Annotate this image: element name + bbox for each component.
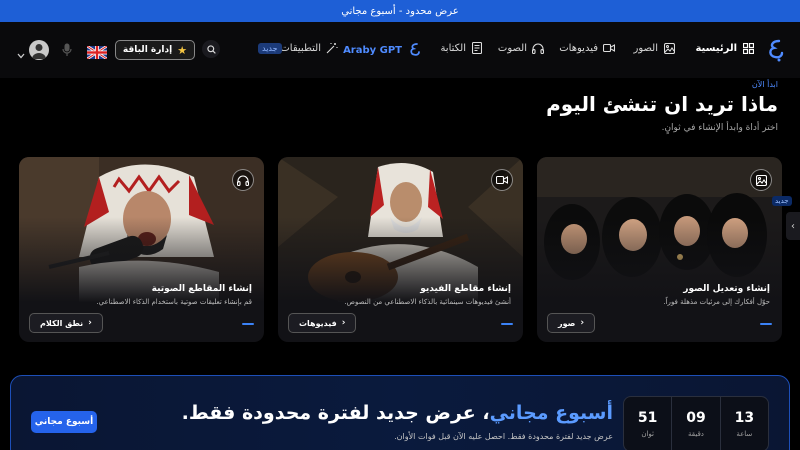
timer-label: دقيقة: [688, 430, 704, 438]
side-new-tab[interactable]: جديد: [772, 196, 792, 206]
free-week-button[interactable]: أسبوع مجاني: [31, 411, 97, 433]
nav-writing[interactable]: الكتابة: [440, 42, 483, 54]
araby-logo-icon: [410, 43, 420, 56]
chevron-right-icon: ›: [88, 318, 92, 328]
promo-title: أسبوع مجاني، عرض جديد لفترة محدودة فقط.: [182, 402, 613, 424]
uk-flag-icon[interactable]: [86, 44, 108, 61]
card-audio[interactable]: إنشاء المقاطع الصوتية قم بإنشاء تعليقات …: [19, 157, 264, 342]
card-accent-line: [242, 323, 254, 325]
star-icon: ★: [177, 43, 188, 57]
microphone-icon[interactable]: [62, 42, 72, 56]
nav-images-label: الصور: [633, 42, 659, 54]
logo[interactable]: [766, 38, 786, 62]
card-videos[interactable]: إنشاء مقاطع الفيديو أنشئ فيديوهات سينمائ…: [278, 157, 523, 342]
card-images-button[interactable]: صور ›: [547, 313, 596, 333]
card-accent-line: [760, 323, 772, 325]
card-images[interactable]: إنشاء وتعديل الصور حوّل أفكارك إلى مرئيا…: [537, 157, 782, 342]
card-title: إنشاء وتعديل الصور: [683, 284, 770, 294]
card-videos-button[interactable]: فيديوهات ›: [288, 313, 357, 333]
card-accent-line: [501, 323, 513, 325]
video-icon: [491, 169, 513, 191]
nav-home[interactable]: الرئيسية: [695, 42, 754, 54]
nav-writing-label: الكتابة: [440, 42, 466, 54]
new-badge: جديد: [258, 43, 282, 54]
grid-icon: [742, 42, 754, 54]
chevron-right-icon: ›: [341, 318, 346, 328]
chevron-down-icon[interactable]: [17, 44, 25, 63]
manage-plan-label: إدارة الباقة: [122, 45, 173, 55]
card-description: حوّل أفكارك إلى مرئيات مذهلة فوراً.: [663, 298, 770, 306]
manage-plan-button[interactable]: إدارة الباقة ★: [115, 40, 195, 60]
top-navbar: الرئيسية الصور فيديوهات الصوت الكتابة Ar…: [0, 22, 800, 78]
araby-gpt-label: Araby GPT: [343, 44, 402, 56]
timer-label: ساعة: [736, 430, 753, 438]
user-avatar[interactable]: [29, 40, 49, 60]
nav-videos-label: فيديوهات: [559, 42, 598, 54]
card-videos-button-label: فيديوهات: [299, 318, 337, 328]
image-icon: [663, 42, 675, 54]
timer-value: 51: [637, 410, 658, 426]
page-title: ماذا تريد ان تنشئ اليوم: [546, 92, 778, 116]
promo-banner[interactable]: عرض محدود - أسبوع مجاني: [0, 0, 800, 22]
promo-panel: 51 ثوان 09 دقيقة 13 ساعة أسبوع مجاني، عر…: [10, 375, 790, 450]
card-audio-button-label: نطق الكلام: [40, 318, 84, 328]
headphones-icon: [232, 169, 254, 191]
card-audio-button[interactable]: نطق الكلام ›: [29, 313, 103, 333]
hero-kicker: ابدأ الآن: [751, 80, 778, 89]
page-subtitle: اختر أداة وابدأ الإنشاء في ثوانٍ.: [661, 123, 778, 133]
carousel-next-button[interactable]: ‹: [786, 212, 800, 240]
nav-audio-label: الصوت: [497, 42, 527, 54]
timer-value: 09: [686, 410, 706, 426]
document-icon: [471, 42, 483, 54]
promo-banner-text: عرض محدود - أسبوع مجاني: [341, 5, 459, 17]
image-icon: [750, 169, 772, 191]
countdown-timer: 51 ثوان 09 دقيقة 13 ساعة: [623, 396, 769, 450]
timer-minutes: 09 دقيقة: [672, 397, 721, 450]
chevron-right-icon: ›: [580, 318, 585, 328]
headphones-icon: [532, 42, 544, 54]
search-button[interactable]: [202, 40, 220, 58]
magic-wand-icon: [326, 42, 338, 54]
user-icon: [32, 44, 46, 59]
timer-hours: 13 ساعة: [721, 397, 768, 450]
nav-home-label: الرئيسية: [695, 42, 737, 54]
nav-apps[interactable]: التطبيقات: [280, 42, 338, 54]
nav-videos[interactable]: فيديوهات: [559, 42, 615, 54]
chevron-left-icon: ‹: [791, 220, 795, 232]
nav-audio[interactable]: الصوت: [498, 42, 544, 54]
timer-value: 13: [734, 410, 755, 426]
timer-label: ثوان: [641, 430, 654, 438]
card-title: إنشاء المقاطع الصوتية: [151, 284, 252, 294]
search-icon: [206, 44, 216, 54]
nav-images[interactable]: الصور: [634, 42, 676, 54]
nav-apps-label: التطبيقات: [280, 42, 321, 54]
promo-title-highlight: أسبوع مجاني: [489, 402, 613, 424]
nav-araby-gpt[interactable]: Araby GPT: [343, 42, 422, 58]
card-description: قم بإنشاء تعليقات صوتية باستخدام الذكاء …: [96, 298, 252, 306]
timer-seconds: 51 ثوان: [624, 397, 673, 450]
card-title: إنشاء مقاطع الفيديو: [420, 284, 511, 294]
card-images-button-label: صور: [558, 318, 576, 328]
card-description: أنشئ فيديوهات سينمائية بالذكاء الاصطناعي…: [344, 298, 511, 306]
video-icon: [603, 42, 615, 54]
promo-description: عرض جديد لفترة محدودة فقط. احصل عليه الآ…: [394, 432, 613, 441]
promo-title-rest: ، عرض جديد لفترة محدودة فقط.: [181, 402, 490, 424]
